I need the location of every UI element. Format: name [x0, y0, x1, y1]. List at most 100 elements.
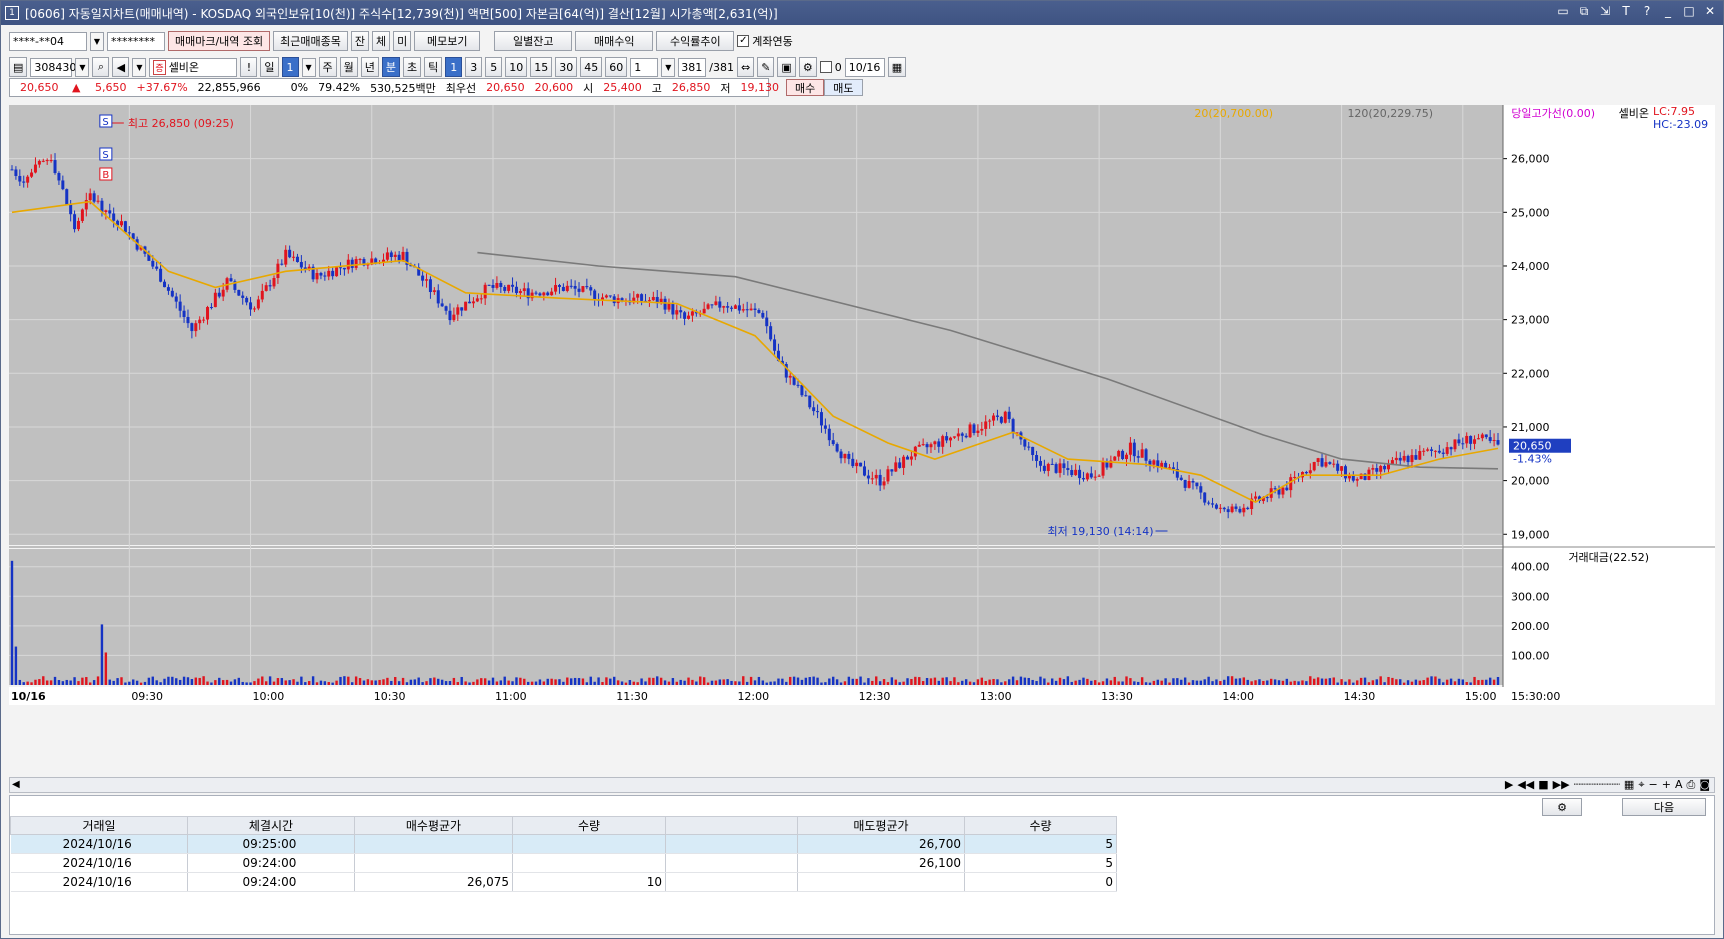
alert-icon[interactable]: !	[240, 57, 258, 77]
fast-forward-icon[interactable]: ▶▶	[1553, 778, 1570, 792]
minute-45-button[interactable]: 45	[580, 57, 603, 77]
font-icon[interactable]: T	[1619, 4, 1633, 19]
chart-scrollbar[interactable]: ◀ ▶ ◀◀ ■ ▶▶ ┈┈┈┈┈┈┈ ▦ ⌖ − + A ⎙ ◙	[9, 777, 1715, 793]
col-trade-date[interactable]: 거래일	[10, 816, 188, 835]
draw-icon[interactable]: ✎	[757, 57, 775, 77]
zoom-slider[interactable]: ┈┈┈┈┈┈┈	[1574, 778, 1620, 792]
chevron-down-icon[interactable]: ▼	[75, 57, 90, 77]
text-icon[interactable]: A	[1675, 778, 1683, 792]
minus-icon[interactable]: −	[1649, 778, 1658, 792]
volume-bar	[1082, 677, 1085, 685]
period-year-button[interactable]: 년	[360, 57, 379, 77]
minute-60-button[interactable]: 60	[605, 57, 628, 77]
minute-5-button[interactable]: 5	[485, 57, 503, 77]
settings-gear-icon[interactable]: ⚙	[1542, 798, 1582, 816]
minute-3-button[interactable]: 3	[465, 57, 483, 77]
col-sell-qty[interactable]: 수량	[964, 816, 1117, 835]
link-icon[interactable]: ⧉	[1577, 4, 1591, 19]
unfilled-button[interactable]: 미	[393, 31, 412, 51]
plus-icon[interactable]: +	[1662, 778, 1671, 792]
col-fill-time[interactable]: 체결시간	[187, 816, 355, 835]
minute-30-button[interactable]: 30	[555, 57, 578, 77]
volume-bar	[159, 682, 162, 685]
range-input[interactable]: 381	[678, 57, 707, 77]
col-sell-avg[interactable]: 매도평균가	[797, 816, 965, 835]
next-button[interactable]: 다음	[1622, 798, 1706, 816]
col-buy-avg[interactable]: 매수평균가	[354, 816, 513, 835]
maximize-icon[interactable]: □	[1682, 4, 1696, 19]
calendar-icon[interactable]: ▦	[887, 57, 907, 77]
date-input[interactable]: 10/16	[844, 57, 885, 77]
memo-button[interactable]: 메모보기	[414, 31, 481, 51]
account-link-checkbox[interactable]: ✓	[737, 35, 750, 47]
minute-15-button[interactable]: 15	[530, 57, 553, 77]
layout-icon[interactable]: ▦	[1624, 778, 1634, 792]
rewind-icon[interactable]: ◀◀	[1517, 778, 1534, 792]
crosshair-icon[interactable]: ⌖	[1638, 778, 1644, 792]
filled-button[interactable]: 체	[372, 31, 391, 51]
period-second-button[interactable]: 초	[403, 57, 422, 77]
chevron-down-icon[interactable]: ▼	[301, 57, 316, 77]
period-minute-button[interactable]: 분	[381, 57, 401, 77]
daily-balance-button[interactable]: 일별잔고	[494, 31, 573, 51]
buy-button[interactable]: 매수	[786, 79, 825, 96]
period-week-button[interactable]: 주	[318, 57, 337, 77]
stock-name-field[interactable]: 증 셀비온	[149, 57, 238, 77]
col-buy-qty[interactable]: 수량	[512, 816, 666, 835]
volume-bar	[597, 677, 600, 685]
volume-bar	[538, 679, 542, 685]
chevron-down-icon[interactable]: ▼	[661, 57, 676, 77]
trade-mark-query-button[interactable]: 매매마크/내역 조회	[168, 31, 271, 51]
restore-icon[interactable]: ▭	[1556, 4, 1570, 19]
gear-icon[interactable]: ⚙	[798, 57, 817, 77]
table-row[interactable]: 2024/10/16 09:24:00 26,075 10 0	[10, 872, 1117, 892]
minimize-icon[interactable]: _	[1661, 4, 1675, 19]
speaker-icon[interactable]: ◀	[112, 57, 130, 77]
candle-body	[460, 307, 464, 311]
close-icon[interactable]: ✕	[1703, 4, 1717, 19]
scroll-right-icon[interactable]: ▶	[1505, 778, 1513, 792]
volume-bar	[937, 680, 940, 685]
stock-code-input[interactable]: 308430	[30, 57, 76, 77]
period-month-button[interactable]: 월	[339, 57, 358, 77]
recent-trades-button[interactable]: 최근매매종목	[273, 31, 348, 51]
volume-bar	[147, 677, 151, 685]
zoom-icon[interactable]: ⇔	[736, 57, 755, 77]
candle-body	[765, 317, 769, 327]
candle-body	[1234, 506, 1238, 509]
candle-body	[432, 290, 436, 293]
panel-icon[interactable]: ▤	[9, 57, 28, 77]
print-icon[interactable]: ⎙	[1687, 778, 1696, 792]
save-icon[interactable]: ▣	[777, 57, 796, 77]
pin-icon[interactable]: ⇲	[1598, 4, 1612, 19]
help-icon[interactable]: ?	[1640, 4, 1654, 19]
count-input[interactable]: 1	[630, 57, 659, 77]
period-day-count[interactable]: 1	[281, 57, 299, 77]
date-checkbox[interactable]	[819, 61, 832, 73]
x-tick-label: 15:00	[1465, 690, 1497, 703]
chevron-down-icon[interactable]: ▼	[90, 31, 104, 51]
minute-1-button[interactable]: 1	[445, 57, 463, 77]
candle-body	[1312, 461, 1316, 471]
candle-body	[237, 289, 241, 296]
period-day-button[interactable]: 일	[260, 57, 279, 77]
period-tick-button[interactable]: 틱	[424, 57, 443, 77]
search-icon[interactable]: ⌕	[92, 57, 110, 77]
sell-button[interactable]: 매도	[824, 79, 863, 96]
table-row[interactable]: 2024/10/16 09:25:00 26,700 5	[10, 834, 1117, 854]
volume-bar	[1379, 676, 1382, 685]
price-chart-svg[interactable]: 26,000 25,000 24,000 23,000 22,000 21,000 20,0…	[9, 105, 1715, 775]
password-input[interactable]: ********	[107, 31, 165, 51]
minute-10-button[interactable]: 10	[505, 57, 528, 77]
trade-profit-button[interactable]: 매매수익	[575, 31, 654, 51]
stop-icon[interactable]: ■	[1538, 778, 1548, 792]
account-input[interactable]: ****-**04	[9, 31, 87, 51]
balance-button[interactable]: 잔	[350, 31, 370, 51]
table-row[interactable]: 2024/10/16 09:24:00 26,100 5	[10, 853, 1117, 873]
chevron-down-icon[interactable]: ▼	[132, 57, 147, 77]
scroll-left-icon[interactable]: ◀	[12, 779, 20, 790]
return-trend-button[interactable]: 수익률추이	[656, 31, 735, 51]
chart-area[interactable]: 26,000 25,000 24,000 23,000 22,000 21,000 20,0…	[9, 105, 1715, 775]
camera-icon[interactable]: ◙	[1699, 778, 1710, 792]
cell-sell-qty: 5	[964, 853, 1117, 873]
